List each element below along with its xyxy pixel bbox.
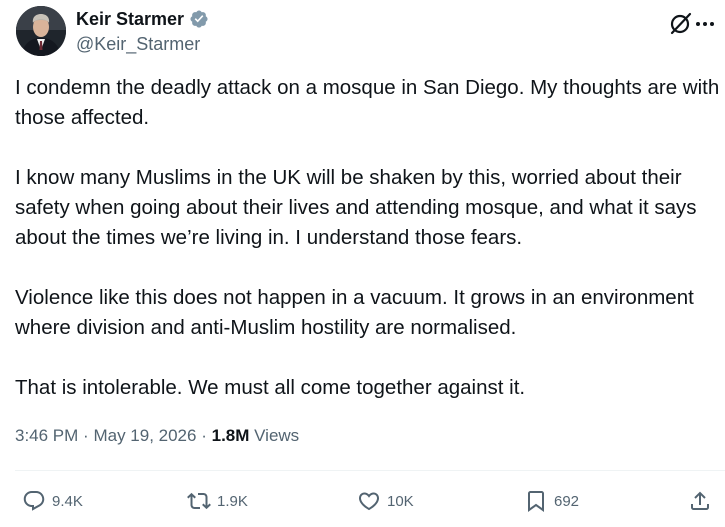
tweet-metadata: 3:46 PM · May 19, 2026 · 1.8M Views [15,426,299,446]
reply-count: 9.4K [52,492,83,510]
tweet-paragraph: I know many Muslims in the UK will be sh… [15,166,703,249]
tweet-text: I condemn the deadly attack on a mosque … [15,73,723,403]
views-label: Views [254,426,300,445]
tweet-card: Keir Starmer @Keir_Starmer I condemn the… [0,0,725,527]
repost-icon [187,492,211,510]
grok-icon[interactable] [668,10,694,36]
tweet-paragraph: Violence like this does not happen in a … [15,286,700,339]
tweet-header: Keir Starmer @Keir_Starmer [16,6,716,56]
avatar[interactable] [16,6,66,56]
more-icon[interactable] [694,10,716,36]
avatar-image [16,6,66,56]
bookmark-count: 692 [554,492,580,510]
tweet-time[interactable]: 3:46 PM [15,426,78,445]
tweet-paragraph: That is intolerable. We must all come to… [15,376,526,399]
meta-separator: · [83,426,89,445]
handle[interactable]: @Keir_Starmer [76,34,209,55]
like-count: 10K [387,492,414,510]
display-name-row: Keir Starmer [76,8,209,30]
reply-icon [23,491,45,511]
author-block: Keir Starmer @Keir_Starmer [76,8,209,55]
like-button[interactable]: 10K [357,484,414,518]
meta-separator: · [201,426,207,445]
display-name[interactable]: Keir Starmer [76,9,184,30]
repost-count: 1.9K [217,492,248,510]
bookmark-button[interactable]: 692 [524,484,579,518]
views-count: 1.8M [211,426,250,445]
divider [15,470,725,471]
tweet-date[interactable]: May 19, 2026 [93,426,196,445]
bookmark-icon [528,491,544,512]
verified-badge-icon[interactable] [189,9,209,29]
share-icon [691,491,709,510]
reply-button[interactable]: 9.4K [22,484,83,518]
action-bar: 9.4K 1.9K 10K 692 [0,484,725,518]
tweet-paragraph: I condemn the deadly attack on a mosque … [15,76,725,129]
like-icon [358,492,380,511]
share-button[interactable] [688,484,712,518]
repost-button[interactable]: 1.9K [187,484,248,518]
